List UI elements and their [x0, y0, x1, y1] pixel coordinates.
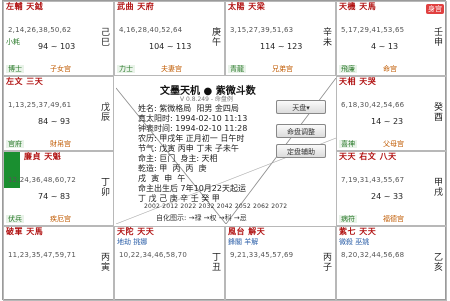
chart-adjust-button[interactable]: 命盘调整 [276, 124, 326, 138]
stars: 破軍 天馬 [6, 227, 44, 236]
minor-stars: 微殺 巫姚 [339, 238, 370, 246]
decade-range: 24 ~ 33 [371, 192, 404, 201]
transform-legend: 自化图示: →禄 →权 →科 →忌 [156, 214, 247, 222]
palace-cell-mao[interactable]: 廉貞 天魁 12,24,36,48,60,72 74 ~ 83 疾厄宫 伏兵 丁… [3, 151, 114, 226]
age-list: 2,14,26,38,50,62 [8, 26, 72, 34]
age-list: 4,16,28,40,52,64 [119, 26, 183, 34]
sky-chart-dropdown[interactable]: 天盘▾ [276, 100, 326, 114]
palace-cell-yin[interactable]: 破軍 天馬 11,23,35,47,59,71 丙寅 [3, 226, 114, 301]
stem-branch: 戊辰 [101, 103, 111, 123]
minor-star: 小耗 [6, 38, 20, 46]
palace-name: 兄弟宫 [272, 65, 293, 73]
shen-tag: 力士 [117, 65, 135, 73]
palace-cell-xu[interactable]: 天天 右文 八天 7,19,31,43,55,67 24 ~ 33 福德宫 病符… [336, 151, 447, 226]
stem-branch: 丙寅 [101, 253, 111, 273]
info-meta: 节气: 戊寅 丙申 丁未 子未午 [138, 144, 239, 153]
stem-branch: 壬申 [434, 28, 444, 48]
stem-branch: 乙亥 [434, 253, 444, 273]
stars: 風台 解天 [228, 227, 266, 236]
minor-stars: 地劫 挑娜 [117, 238, 148, 246]
info-pillars2: 戌 寅 申 午 [138, 174, 186, 183]
stem-branch: 丙子 [323, 253, 333, 273]
shen-tag: 官府 [6, 140, 24, 148]
decade-range: 114 ~ 123 [260, 42, 303, 51]
shen-tag: 青龍 [228, 65, 246, 73]
palace-cell-you[interactable]: 天相 天哭 6,18,30,42,54,66 14 ~ 23 父母宫 喜神 癸酉 [336, 76, 447, 151]
stars: 天相 天哭 [339, 77, 377, 86]
palace-name: 疾厄宫 [50, 215, 71, 223]
shen-tag: 博士 [6, 65, 24, 73]
stem-branch: 癸酉 [434, 103, 444, 123]
palace-name: 子女宫 [50, 65, 71, 73]
decade-range: 74 ~ 83 [38, 192, 71, 201]
palace-cell-shen[interactable]: 天機 天馬 身宫 5,17,29,41,53,65 4 ~ 13 命宫 飛廉 壬… [336, 1, 447, 76]
age-list: 7,19,31,43,55,67 [341, 176, 405, 184]
stem-branch: 庚午 [212, 28, 222, 48]
shen-tag: 飛廉 [339, 65, 357, 73]
palace-name: 命宫 [383, 65, 397, 73]
palace-cell-wu[interactable]: 武曲 天府 4,16,28,40,52,64 104 ~ 113 夫妻宫 力士 … [114, 1, 225, 76]
palace-cell-chou[interactable]: 天陀 天天 地劫 挑娜 10,22,34,46,58,70 丁丑 [114, 226, 225, 301]
stars: 左輔 天鉞 [6, 2, 44, 11]
info-clock-time: 钟表时间: 1994-02-10 11:28 [138, 124, 248, 133]
age-list: 10,22,34,46,58,70 [119, 251, 187, 259]
info-lunar: 农历: 甲戌年 正月初一 日午时 [138, 134, 245, 143]
shen-tag: 喜神 [339, 140, 357, 148]
palace-cell-zi[interactable]: 風台 解天 鋒閣 羊解 9,21,33,45,57,69 丙子 [225, 226, 336, 301]
stars: 左文 三天 [6, 77, 44, 86]
minor-stars: 鋒閣 羊解 [228, 238, 259, 246]
stars: 天天 右文 八天 [339, 152, 397, 161]
palace-name: 夫妻宫 [161, 65, 182, 73]
stars: 天陀 天天 [117, 227, 155, 236]
stars: 太陽 天梁 [228, 2, 266, 11]
age-list: 9,21,33,45,57,69 [230, 251, 294, 259]
palace-cell-chen[interactable]: 左文 三天 1,13,25,37,49,61 84 ~ 93 財帛宫 官府 戊辰 [3, 76, 114, 151]
palace-cell-si[interactable]: 左輔 天鉞 2,14,26,38,50,62 94 ~ 103 小耗 子女宫 博… [3, 1, 114, 76]
age-list: 5,17,29,41,53,65 [341, 26, 405, 34]
palace-name: 父母宫 [383, 140, 404, 148]
info-start: 命主出生后 7年10月22天起运 [138, 184, 246, 193]
stars: 武曲 天府 [117, 2, 155, 11]
age-list: 1,13,25,37,49,61 [8, 101, 72, 109]
palace-name: 財帛宫 [50, 140, 71, 148]
decade-range: 4 ~ 13 [371, 42, 399, 51]
info-name: 姓名: 紫微格局 阳男 金四局 [138, 104, 239, 113]
info-dayun: 丁 戊 己 庚 辛 壬 癸 甲 [138, 194, 220, 203]
decade-range: 104 ~ 113 [149, 42, 192, 51]
decade-range: 84 ~ 93 [38, 117, 71, 126]
body-palace-badge: 身宫 [426, 4, 444, 14]
version-label: V 0.8.249 - 命盘例 [180, 96, 233, 103]
info-life: 命主: 巨门 身主: 天相 [138, 154, 218, 163]
shen-tag: 伏兵 [6, 215, 24, 223]
stem-branch: 辛未 [323, 28, 333, 48]
palace-cell-wei[interactable]: 太陽 天梁 3,15,27,39,51,63 114 ~ 123 兄弟宫 青龍 … [225, 1, 336, 76]
stem-branch: 甲戌 [434, 178, 444, 198]
stem-branch: 丁卯 [101, 178, 111, 198]
ziwei-chart: 左輔 天鉞 2,14,26,38,50,62 94 ~ 103 小耗 子女宫 博… [2, 0, 447, 301]
palace-name: 福德宫 [383, 215, 404, 223]
center-info-panel: 文墨天机 ● 紫微斗数 V 0.8.249 - 命盘例 姓名: 紫微格局 阳男 … [116, 78, 336, 224]
age-list: 12,24,36,48,60,72 [8, 176, 76, 184]
age-list: 8,20,32,44,56,68 [341, 251, 405, 259]
stem-branch: 丁丑 [212, 253, 222, 273]
birth-info: 姓名: 紫微格局 阳男 金四局 真太阳时: 1994-02-10 11:13 钟… [138, 104, 247, 204]
info-pillars: 乾造: 甲 丙 丙 庚 [138, 164, 207, 173]
decade-range: 94 ~ 103 [38, 42, 76, 51]
shen-tag: 病符 [339, 215, 357, 223]
age-list: 11,23,35,47,59,71 [8, 251, 76, 259]
stars: 廉貞 天魁 [24, 152, 62, 161]
palace-cell-hai[interactable]: 紫七 天天 微殺 巫姚 8,20,32,44,56,68 乙亥 [336, 226, 447, 301]
year-row: 2002 2012 2022 2032 2042 2052 2062 2072 [144, 203, 288, 210]
age-list: 3,15,27,39,51,63 [230, 26, 294, 34]
stars: 紫七 天天 [339, 227, 377, 236]
info-real-time: 真太阳时: 1994-02-10 11:13 [138, 114, 248, 123]
age-list: 6,18,30,42,54,66 [341, 101, 405, 109]
decade-range: 14 ~ 23 [371, 117, 404, 126]
stem-branch: 己巳 [101, 28, 111, 48]
chart-correction-button[interactable]: 定盘辅助 [276, 144, 326, 158]
